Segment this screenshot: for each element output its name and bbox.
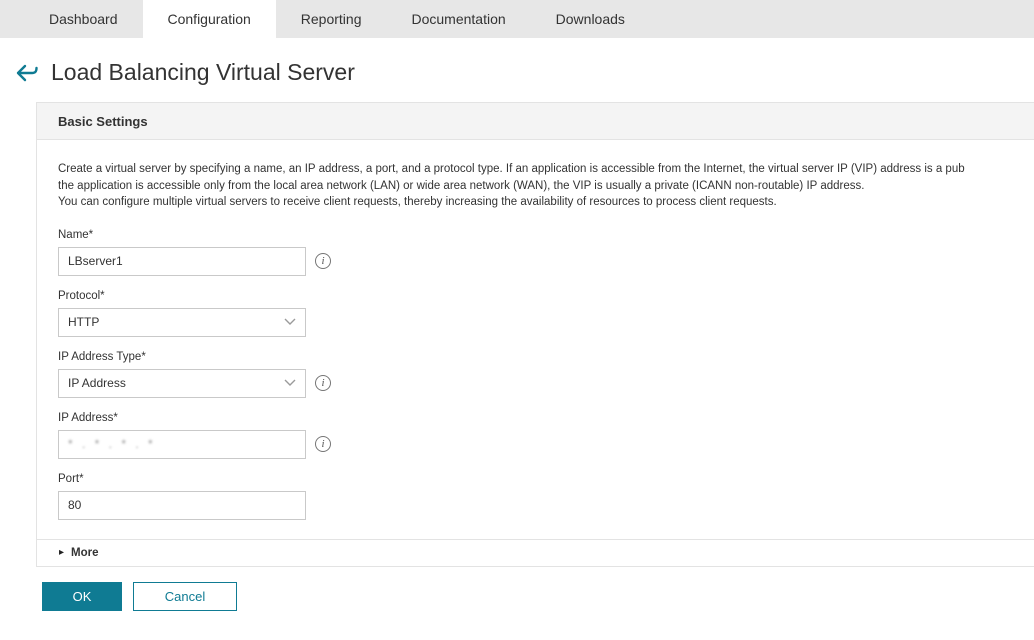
protocol-label: Protocol* <box>58 290 1034 302</box>
name-field-group: Name* i <box>58 229 1034 276</box>
tab-dashboard[interactable]: Dashboard <box>24 0 143 38</box>
description-line-2: the application is accessible only from … <box>58 178 1034 195</box>
description-line-3: You can configure multiple virtual serve… <box>58 194 1034 211</box>
basic-settings-panel: Basic Settings Create a virtual server b… <box>36 102 1034 567</box>
protocol-selected-value: HTTP <box>68 315 99 329</box>
tab-downloads[interactable]: Downloads <box>531 0 650 38</box>
ip-address-label: IP Address* <box>58 412 1034 424</box>
top-navigation: Dashboard Configuration Reporting Docume… <box>0 0 1034 38</box>
info-icon[interactable]: i <box>315 375 331 391</box>
ip-address-input[interactable]: * . * . * . * <box>58 430 306 459</box>
ok-button[interactable]: OK <box>42 582 122 611</box>
back-arrow-icon[interactable] <box>14 62 40 84</box>
port-label: Port* <box>58 473 1034 485</box>
ip-address-type-selected-value: IP Address <box>68 376 126 390</box>
name-label: Name* <box>58 229 1034 241</box>
panel-body: Create a virtual server by specifying a … <box>37 140 1034 520</box>
info-icon[interactable]: i <box>315 253 331 269</box>
ip-address-type-field-group: IP Address Type* IP Address i <box>58 351 1034 398</box>
page-header: Load Balancing Virtual Server <box>0 38 1034 102</box>
chevron-down-icon <box>284 318 296 326</box>
panel-section-header: Basic Settings <box>37 103 1034 140</box>
ip-address-field-group: IP Address* * . * . * . * i <box>58 412 1034 459</box>
cancel-button[interactable]: Cancel <box>133 582 237 611</box>
ip-address-type-select[interactable]: IP Address <box>58 369 306 398</box>
port-input[interactable] <box>58 491 306 520</box>
protocol-field-group: Protocol* HTTP <box>58 290 1034 337</box>
name-input[interactable] <box>58 247 306 276</box>
triangle-right-icon: ▸ <box>59 547 64 558</box>
tab-configuration[interactable]: Configuration <box>143 0 276 38</box>
protocol-select[interactable]: HTTP <box>58 308 306 337</box>
masked-ip-value: * . * . * . * <box>68 437 156 451</box>
page-title: Load Balancing Virtual Server <box>51 59 355 86</box>
description-line-1: Create a virtual server by specifying a … <box>58 161 1034 178</box>
info-icon[interactable]: i <box>315 436 331 452</box>
action-bar: OK Cancel <box>42 582 1034 611</box>
port-field-group: Port* <box>58 473 1034 520</box>
panel-section-title: Basic Settings <box>58 114 148 129</box>
tab-reporting[interactable]: Reporting <box>276 0 387 38</box>
more-expander[interactable]: ▸ More <box>37 539 1034 566</box>
chevron-down-icon <box>284 379 296 387</box>
more-label: More <box>71 547 98 559</box>
tab-documentation[interactable]: Documentation <box>386 0 530 38</box>
ip-address-type-label: IP Address Type* <box>58 351 1034 363</box>
